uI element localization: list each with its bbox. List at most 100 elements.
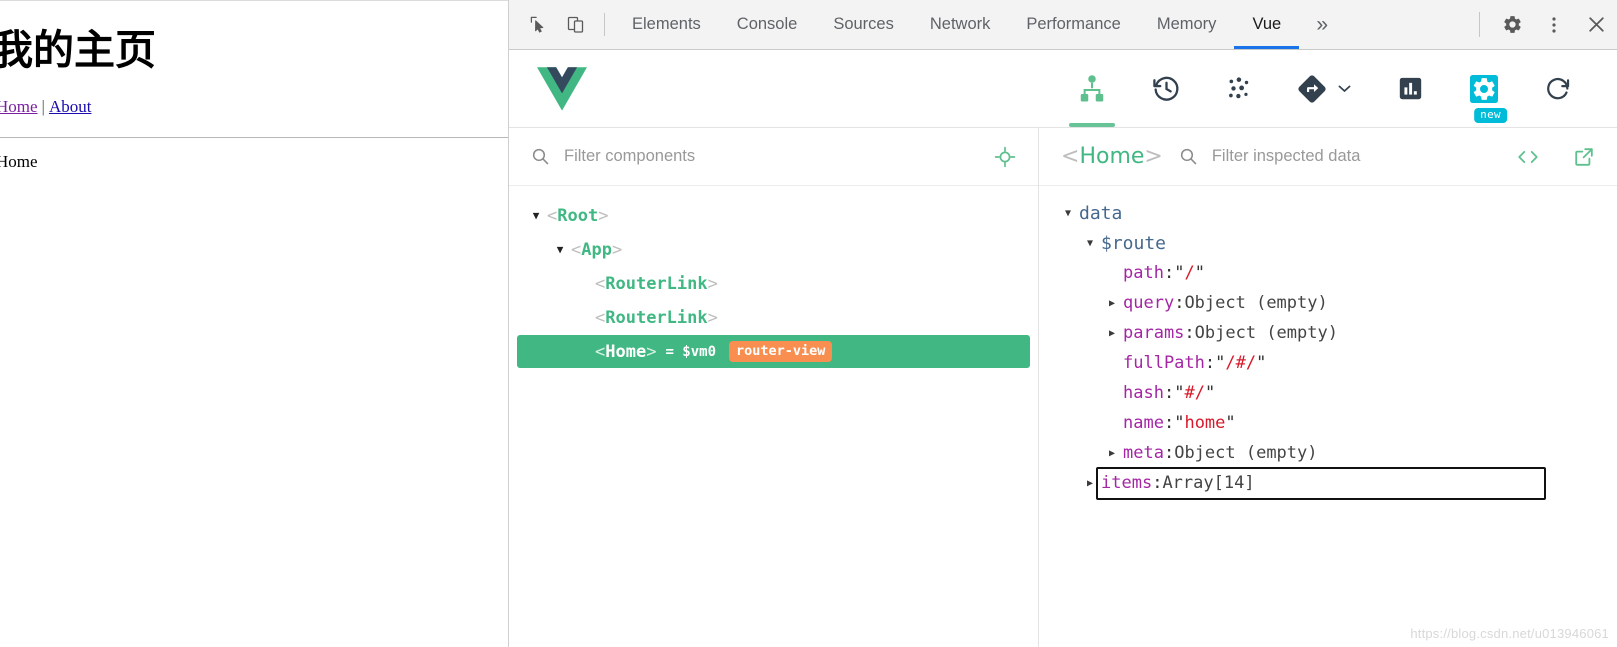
- data-key: path: [1123, 263, 1164, 283]
- devtools-tab-elements[interactable]: Elements: [614, 0, 719, 49]
- filter-components-input[interactable]: [564, 147, 988, 166]
- tabbar-actions-divider: [1479, 12, 1480, 37]
- gear-icon[interactable]: [1491, 0, 1533, 50]
- components-tab[interactable]: [1055, 50, 1129, 127]
- component-name: <RouterLink>: [595, 273, 718, 294]
- angle-brackets-icon[interactable]: [1511, 140, 1545, 174]
- component-tree: ▼<Root>▼<App>▼<RouterLink>▼<RouterLink>▼…: [509, 186, 1038, 647]
- page-title: 我的主页: [0, 26, 156, 74]
- data-colon: :: [1163, 383, 1175, 403]
- component-name: <Home>: [595, 341, 657, 362]
- component-tree-row[interactable]: ▼<RouterLink>: [517, 301, 1030, 334]
- tree-caret-icon[interactable]: ▼: [549, 243, 571, 256]
- page-divider: [0, 137, 508, 138]
- watermark-text: https://blog.csdn.net/u013946061: [1410, 626, 1609, 641]
- data-value: "home": [1174, 413, 1236, 433]
- data-key-value-row[interactable]: ▶ meta: Object (empty): [1039, 438, 1617, 468]
- data-value: "#/": [1174, 383, 1216, 403]
- component-tree-row[interactable]: ▼ <Root>: [517, 199, 1030, 232]
- devtools-tab-vue[interactable]: Vue: [1234, 0, 1299, 49]
- component-tree-row[interactable]: ▼ <App>: [517, 233, 1030, 266]
- history-clock-icon: [1152, 76, 1178, 101]
- data-caret-icon[interactable]: ▼: [1057, 208, 1079, 219]
- data-key-value-row[interactable]: ▶path: "/": [1039, 258, 1617, 288]
- data-colon: :: [1184, 323, 1195, 343]
- tree-caret-icon[interactable]: ▼: [525, 209, 547, 222]
- web-page-viewport: 我的主页 Home | About Home: [0, 0, 508, 647]
- component-tree-row[interactable]: ▼<RouterLink>: [517, 267, 1030, 300]
- cursor-select-icon[interactable]: [519, 0, 557, 49]
- data-value: "/": [1174, 263, 1205, 283]
- data-key-value-row[interactable]: ▶hash: "#/": [1039, 378, 1617, 408]
- data-caret-icon[interactable]: ▶: [1101, 448, 1123, 459]
- router-view-badge: router-view: [729, 341, 833, 362]
- close-icon[interactable]: [1575, 0, 1617, 50]
- data-colon: :: [1163, 263, 1175, 283]
- devtools-tab-sources[interactable]: Sources: [815, 0, 912, 49]
- data-caret-icon[interactable]: ▼: [1079, 238, 1101, 249]
- data-key-value-row[interactable]: ▶ query: Object (empty): [1039, 288, 1617, 318]
- data-key-value-row[interactable]: ▶name: "home": [1039, 408, 1617, 438]
- search-icon: [1180, 148, 1197, 165]
- data-colon: :: [1163, 443, 1175, 463]
- data-key: items: [1101, 473, 1153, 493]
- inspected-component-name: <Home>: [1061, 144, 1163, 169]
- data-colon: :: [1152, 473, 1163, 493]
- vuex-tab[interactable]: [1203, 50, 1277, 127]
- devtools-tabbar: Elements Console Sources Network Performance…: [509, 0, 1617, 50]
- device-toolbar-icon[interactable]: [557, 0, 595, 49]
- target-crosshair-icon[interactable]: [988, 140, 1022, 174]
- devtools-tabbar-actions: [1468, 0, 1617, 49]
- timeline-tab[interactable]: [1129, 50, 1203, 127]
- data-colon: :: [1204, 353, 1216, 373]
- data-caret-icon[interactable]: ▶: [1101, 328, 1123, 339]
- data-key: params: [1123, 323, 1185, 343]
- devtools-tab-console[interactable]: Console: [719, 0, 816, 49]
- data-group-row[interactable]: ▼ $route: [1039, 228, 1617, 258]
- component-name: <RouterLink>: [595, 307, 718, 328]
- page-nav: Home | About: [0, 97, 508, 117]
- devtools-panel: Elements Console Sources Network Performance…: [508, 0, 1617, 647]
- component-filter-bar: [509, 128, 1038, 186]
- devtools-tab-performance[interactable]: Performance: [1008, 0, 1138, 49]
- bar-chart-icon: [1399, 77, 1421, 100]
- nav-link-home[interactable]: Home: [0, 97, 38, 116]
- routing-tab[interactable]: [1277, 50, 1373, 127]
- data-caret-icon[interactable]: ▶: [1079, 478, 1101, 489]
- vue-toolbar-tabs: new: [1055, 50, 1595, 127]
- chevron-down-icon[interactable]: [1336, 80, 1353, 97]
- vue-logo: [537, 66, 587, 111]
- filter-inspected-data-input[interactable]: [1211, 147, 1511, 166]
- component-tree-row[interactable]: ▼<Home>= $vm0router-view: [517, 335, 1030, 368]
- more-tabs-button[interactable]: »: [1299, 0, 1345, 49]
- inspected-data-tree: ▼data▼$route▶path: "/"▶query: Object (em…: [1039, 186, 1617, 647]
- data-colon: :: [1174, 293, 1185, 313]
- external-link-icon[interactable]: [1567, 140, 1601, 174]
- nav-separator: |: [41, 97, 45, 116]
- devtools-tab-network[interactable]: Network: [912, 0, 1009, 49]
- vue-devtools-toolbar: new: [509, 50, 1617, 128]
- performance-tab[interactable]: [1373, 50, 1447, 127]
- vm-reference-label: = $vm0: [665, 343, 717, 360]
- more-vertical-icon[interactable]: [1533, 0, 1575, 50]
- refresh-button[interactable]: [1521, 50, 1595, 127]
- devtools-panes: ▼<Root>▼<App>▼<RouterLink>▼<RouterLink>▼…: [509, 128, 1617, 647]
- nav-link-about[interactable]: About: [49, 97, 92, 116]
- data-key: name: [1123, 413, 1164, 433]
- data-key: hash: [1123, 383, 1164, 403]
- tabbar-divider: [604, 13, 605, 36]
- page-body-text: Home: [0, 152, 38, 171]
- settings-new-badge: new: [1474, 107, 1507, 123]
- data-key: meta: [1123, 443, 1164, 463]
- data-value: Object (empty): [1184, 293, 1328, 313]
- data-key-value-row[interactable]: ▶fullPath: "/#/": [1039, 348, 1617, 378]
- data-caret-icon[interactable]: ▶: [1101, 298, 1123, 309]
- data-key-value-row[interactable]: ▶ items: Array[14]: [1039, 468, 1617, 498]
- data-key-value-row[interactable]: ▶ params: Object (empty): [1039, 318, 1617, 348]
- data-value: "/#/": [1215, 353, 1267, 373]
- devtools-tab-memory[interactable]: Memory: [1139, 0, 1235, 49]
- settings-tab[interactable]: new: [1447, 50, 1521, 127]
- inspected-data-pane: <Home> Filter inspected data ▼ data ▼ $r…: [1039, 128, 1617, 647]
- data-group-row[interactable]: ▼ data: [1039, 198, 1617, 228]
- data-key: fullPath: [1123, 353, 1205, 373]
